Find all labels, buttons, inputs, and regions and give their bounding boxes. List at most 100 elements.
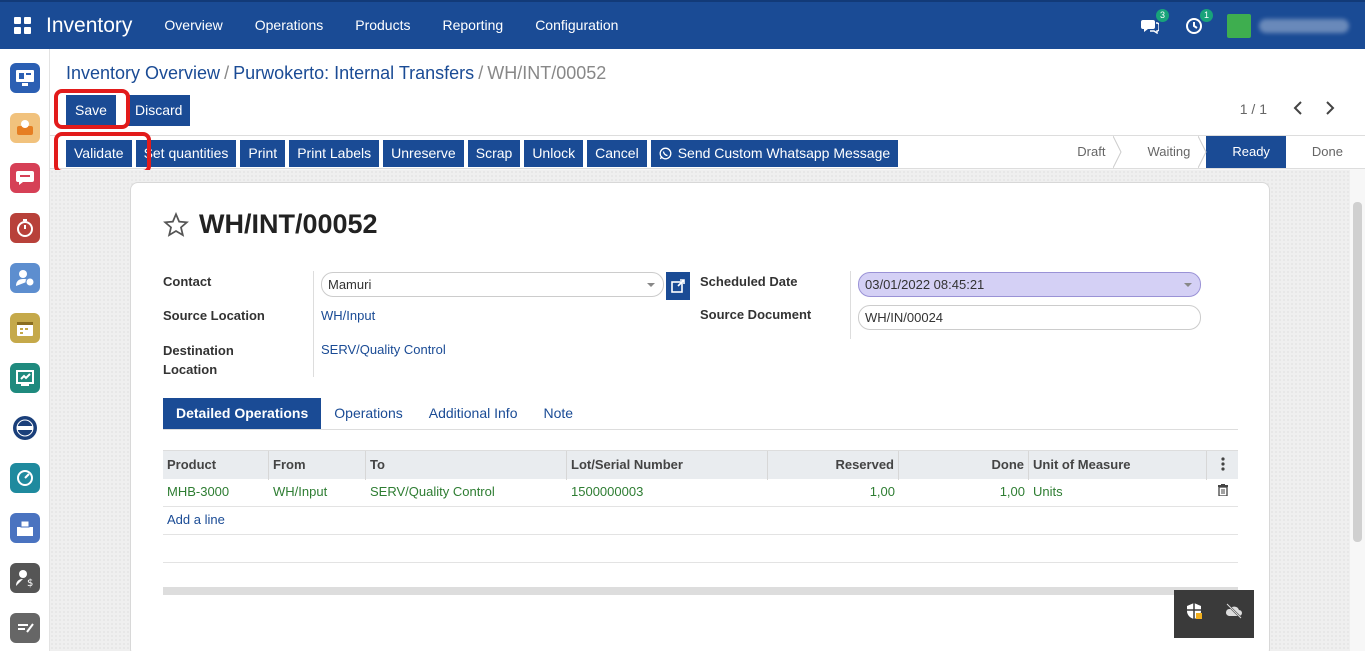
whatsapp-button-label: Send Custom Whatsapp Message (677, 145, 891, 161)
source-document-label: Source Document (700, 307, 812, 322)
cell-done[interactable]: 1,00 (899, 479, 1029, 507)
contact-label: Contact (163, 274, 212, 289)
stage-draft[interactable]: Draft (1051, 136, 1123, 168)
menu-overview[interactable]: Overview (148, 2, 238, 49)
unlock-button[interactable]: Unlock (524, 140, 584, 167)
destination-location-value[interactable]: SERV/Quality Control (321, 342, 446, 357)
stage-ready-label: Ready (1232, 144, 1270, 159)
unreserve-button[interactable]: Unreserve (383, 140, 464, 167)
cell-reserved[interactable]: 1,00 (768, 479, 899, 507)
stage-waiting-label: Waiting (1147, 144, 1191, 159)
security-shield-icon[interactable] (1185, 602, 1203, 620)
activities-clock-icon[interactable]: 1 (1183, 8, 1213, 37)
breadcrumb-inventory-overview[interactable]: Inventory Overview (66, 63, 220, 83)
cell-from[interactable]: WH/Input (269, 479, 366, 507)
company-logo-app-icon[interactable] (10, 413, 40, 443)
tab-operations[interactable]: Operations (321, 398, 415, 429)
column-options-icon[interactable] (1207, 451, 1238, 480)
action-buttons: Validate Set quantities Print Print Labe… (66, 140, 902, 167)
column-reserved[interactable]: Reserved (768, 451, 899, 480)
external-link-icon[interactable] (666, 272, 690, 300)
form-sheet: WH/INT/00052 Contact Source Location Des… (130, 182, 1270, 651)
source-location-value[interactable]: WH/Input (321, 308, 375, 323)
whatsapp-message-button[interactable]: Send Custom Whatsapp Message (650, 140, 899, 167)
cell-to[interactable]: SERV/Quality Control (366, 479, 567, 507)
payroll-app-icon[interactable]: $ (10, 563, 40, 593)
messages-icon[interactable]: 3 (1139, 8, 1169, 37)
apps-sidebar: $ (0, 49, 50, 651)
employees-app-icon[interactable] (10, 263, 40, 293)
table-header: Product From To Lot/Serial Number Reserv… (163, 450, 1238, 480)
main-menu: Overview Operations Products Reporting C… (148, 2, 634, 49)
breadcrumb-internal-transfers[interactable]: Purwokerto: Internal Transfers (233, 63, 474, 83)
stage-ready[interactable]: Ready (1206, 136, 1286, 168)
calendar-app-icon[interactable] (10, 313, 40, 343)
whatsapp-icon (659, 147, 672, 160)
source-document-value: WH/IN/00024 (865, 310, 944, 325)
cell-lot[interactable]: 1500000003 (567, 479, 768, 507)
horizontal-scrollbar[interactable] (163, 587, 1238, 595)
status-stages: Draft Waiting Ready Done (1051, 136, 1359, 168)
vertical-scrollbar[interactable] (1353, 202, 1362, 542)
table-row[interactable]: MHB-3000 WH/Input SERV/Quality Control 1… (163, 479, 1238, 507)
menu-products[interactable]: Products (339, 2, 426, 49)
discard-button[interactable]: Discard (127, 95, 191, 126)
purchase-app-icon[interactable] (10, 113, 40, 143)
column-to[interactable]: To (366, 451, 567, 480)
source-document-field[interactable]: WH/IN/00024 (858, 305, 1201, 330)
cloud-offline-icon[interactable] (1225, 602, 1243, 620)
status-bar: Validate Set quantities Print Print Labe… (50, 132, 1365, 174)
activities-count-badge: 1 (1199, 8, 1213, 22)
column-unit-of-measure[interactable]: Unit of Measure (1029, 451, 1207, 480)
top-navbar: Inventory Overview Operations Products R… (0, 0, 1365, 49)
apps-menu-icon[interactable] (0, 2, 46, 49)
pager-previous-icon[interactable] (1287, 97, 1309, 119)
menu-reporting[interactable]: Reporting (426, 2, 519, 49)
detailed-operations-table: Product From To Lot/Serial Number Reserv… (163, 450, 1238, 563)
chevron-down-icon (1184, 283, 1192, 287)
stage-waiting[interactable]: Waiting (1121, 136, 1207, 168)
website-app-icon[interactable] (10, 363, 40, 393)
planning-app-icon[interactable] (10, 463, 40, 493)
contact-field[interactable]: Mamuri (321, 272, 664, 297)
stage-done[interactable]: Done (1286, 136, 1359, 168)
tab-detailed-operations[interactable]: Detailed Operations (163, 398, 322, 429)
column-done[interactable]: Done (899, 451, 1029, 480)
stage-separator-icon (1198, 136, 1207, 168)
column-lot-serial-number[interactable]: Lot/Serial Number (567, 451, 768, 480)
scheduled-date-field[interactable]: 03/01/2022 08:45:21 (858, 272, 1201, 297)
cell-product[interactable]: MHB-3000 (163, 479, 269, 507)
discuss-app-icon[interactable] (10, 163, 40, 193)
tab-additional-info[interactable]: Additional Info (416, 398, 531, 429)
print-labels-button[interactable]: Print Labels (289, 140, 380, 167)
inventory-app-icon[interactable] (10, 513, 40, 543)
cell-unit-of-measure[interactable]: Units (1029, 479, 1207, 507)
main-content: Inventory Overview / Purwokerto: Internal … (50, 49, 1365, 651)
validate-highlight-box (54, 132, 151, 174)
dashboard-app-icon[interactable] (10, 63, 40, 93)
contact-value: Mamuri (328, 277, 372, 292)
add-line-link[interactable]: Add a line (163, 507, 1238, 535)
destination-location-label: Destination Location (163, 343, 234, 377)
app-title[interactable]: Inventory (46, 14, 132, 38)
column-product[interactable]: Product (163, 451, 269, 480)
scrap-button[interactable]: Scrap (467, 140, 521, 167)
menu-operations[interactable]: Operations (239, 2, 339, 49)
messages-count-badge: 3 (1155, 8, 1169, 22)
print-button[interactable]: Print (240, 140, 286, 167)
cancel-button[interactable]: Cancel (587, 140, 647, 167)
user-name-blurred[interactable] (1259, 18, 1349, 33)
tab-note[interactable]: Note (530, 398, 586, 429)
menu-configuration[interactable]: Configuration (519, 2, 634, 49)
column-from[interactable]: From (269, 451, 366, 480)
pager-next-icon[interactable] (1319, 97, 1341, 119)
stage-separator-icon (1113, 136, 1123, 168)
breadcrumb-current: WH/INT/00052 (487, 63, 607, 83)
notebook-tabs: Detailed Operations Operations Additiona… (163, 398, 1238, 430)
favorite-star-icon[interactable] (163, 211, 189, 238)
user-avatar[interactable] (1227, 13, 1251, 38)
source-location-label: Source Location (163, 308, 265, 323)
delete-row-icon[interactable] (1207, 479, 1238, 507)
notes-app-icon[interactable] (10, 613, 40, 643)
timesheet-app-icon[interactable] (10, 213, 40, 243)
